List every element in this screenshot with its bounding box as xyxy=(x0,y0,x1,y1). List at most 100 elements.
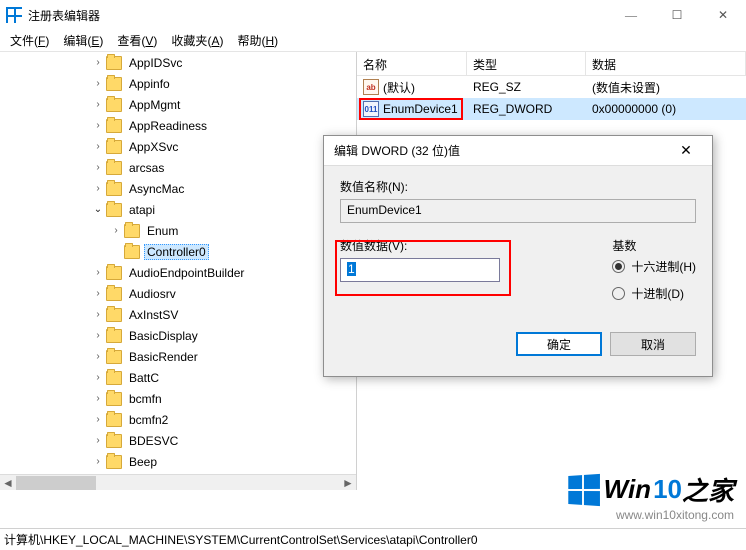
column-data[interactable]: 数据 xyxy=(586,52,746,75)
chevron-icon[interactable]: › xyxy=(90,435,106,446)
tree-node-label: atapi xyxy=(126,202,158,218)
chevron-icon[interactable]: › xyxy=(90,456,106,467)
tree-node-appxsvc[interactable]: › AppXSvc xyxy=(0,136,356,157)
chevron-icon[interactable]: › xyxy=(90,288,106,299)
tree-node-appinfo[interactable]: › Appinfo xyxy=(0,73,356,94)
windows-logo-icon xyxy=(568,473,600,505)
tree-node-label: AsyncMac xyxy=(126,181,187,197)
tree-pane[interactable]: ›AppIDSvc›Appinfo›AppMgmt›AppReadiness›A… xyxy=(0,52,357,490)
ok-button[interactable]: 确定 xyxy=(516,332,602,356)
chevron-icon[interactable]: › xyxy=(90,99,106,110)
tree-node-arcsas[interactable]: › arcsas xyxy=(0,157,356,178)
tree-node-asyncmac[interactable]: › AsyncMac xyxy=(0,178,356,199)
chevron-icon[interactable]: › xyxy=(90,330,106,341)
column-name[interactable]: 名称 xyxy=(357,52,467,75)
folder-icon xyxy=(106,98,122,112)
list-row[interactable]: ab(默认)REG_SZ(数值未设置) xyxy=(357,76,746,98)
chevron-icon[interactable]: › xyxy=(90,57,106,68)
radio-dec[interactable]: 十进制(D) xyxy=(612,285,696,302)
chevron-icon[interactable]: › xyxy=(90,183,106,194)
tree-node-label: BasicDisplay xyxy=(126,328,201,344)
scrollbar-thumb[interactable] xyxy=(16,476,96,490)
folder-icon xyxy=(106,287,122,301)
tree-node-label: BattC xyxy=(126,370,162,386)
tree-node-appidsvc[interactable]: ›AppIDSvc xyxy=(0,52,356,73)
value-data: 0x00000000 (0) xyxy=(586,102,746,116)
minimize-button[interactable]: — xyxy=(608,0,654,30)
menu-file[interactable]: 文件(F) xyxy=(4,30,55,51)
chevron-icon[interactable]: ⌄ xyxy=(90,204,106,215)
chevron-icon[interactable]: › xyxy=(90,351,106,362)
chevron-icon[interactable]: › xyxy=(90,120,106,131)
tree-node-basicdisplay[interactable]: › BasicDisplay xyxy=(0,325,356,346)
tree-node-label: AppReadiness xyxy=(126,118,210,134)
menu-help[interactable]: 帮助(H) xyxy=(231,30,284,51)
tree-node-label: Appinfo xyxy=(126,76,173,92)
chevron-icon[interactable]: › xyxy=(90,393,106,404)
title-bar: 注册表编辑器 — ☐ ✕ xyxy=(0,0,746,30)
tree-node-battc[interactable]: › BattC xyxy=(0,367,356,388)
value-data-label: 数值数据(V): xyxy=(340,237,592,254)
cancel-button[interactable]: 取消 xyxy=(610,332,696,356)
tree-node-enum[interactable]: ›Enum xyxy=(0,220,356,241)
maximize-button[interactable]: ☐ xyxy=(654,0,700,30)
chevron-icon[interactable]: › xyxy=(90,309,106,320)
tree-node-appreadiness[interactable]: › AppReadiness xyxy=(0,115,356,136)
folder-icon xyxy=(106,455,122,469)
column-type[interactable]: 类型 xyxy=(467,52,586,75)
folder-icon xyxy=(124,224,140,238)
chevron-icon[interactable]: › xyxy=(90,162,106,173)
folder-icon xyxy=(106,119,122,133)
list-row[interactable]: 011EnumDevice1REG_DWORD0x00000000 (0) xyxy=(357,98,746,120)
tree-node-label: Audiosrv xyxy=(126,286,179,302)
folder-icon xyxy=(106,56,122,70)
menu-view[interactable]: 查看(V) xyxy=(111,30,163,51)
chevron-icon[interactable]: › xyxy=(90,414,106,425)
close-button[interactable]: ✕ xyxy=(700,0,746,30)
tree-node-basicrender[interactable]: ›BasicRender xyxy=(0,346,356,367)
value-type: REG_SZ xyxy=(467,80,586,94)
chevron-icon[interactable]: › xyxy=(90,141,106,152)
tree-node-bdesvc[interactable]: ›BDESVC xyxy=(0,430,356,451)
status-bar: 计算机\HKEY_LOCAL_MACHINE\SYSTEM\CurrentCon… xyxy=(0,528,746,550)
tree-node-label: arcsas xyxy=(126,160,167,176)
tree-node-bcmfn[interactable]: ›bcmfn xyxy=(0,388,356,409)
tree-node-atapi[interactable]: ⌄ atapi xyxy=(0,199,356,220)
folder-icon xyxy=(106,161,122,175)
tree-node-audioendpointbuilder[interactable]: › AudioEndpointBuilder xyxy=(0,262,356,283)
value-name-field: EnumDevice1 xyxy=(340,199,696,223)
chevron-icon[interactable]: › xyxy=(90,372,106,383)
chevron-icon[interactable]: › xyxy=(90,78,106,89)
menu-edit[interactable]: 编辑(E) xyxy=(57,30,109,51)
reg-string-icon: ab xyxy=(363,79,379,95)
dialog-title-bar[interactable]: 编辑 DWORD (32 位)值 ✕ xyxy=(324,136,712,166)
reg-dword-icon: 011 xyxy=(363,101,379,117)
tree-node-audiosrv[interactable]: › Audiosrv xyxy=(0,283,356,304)
value-data: (数值未设置) xyxy=(586,79,746,96)
tree-node-bcmfn2[interactable]: ›bcmfn2 xyxy=(0,409,356,430)
tree-node-beep[interactable]: ›Beep xyxy=(0,451,356,472)
menu-favorites[interactable]: 收藏夹(A) xyxy=(165,30,229,51)
radio-hex[interactable]: 十六进制(H) xyxy=(612,258,696,275)
folder-icon xyxy=(106,140,122,154)
tree-node-label: AppXSvc xyxy=(126,139,181,155)
folder-icon xyxy=(106,182,122,196)
chevron-icon[interactable]: › xyxy=(108,225,124,236)
scroll-left-icon[interactable]: ◄ xyxy=(0,476,16,490)
window-title: 注册表编辑器 xyxy=(28,7,608,24)
tree-node-controller0[interactable]: Controller0 xyxy=(0,241,356,262)
radio-hex-icon xyxy=(612,260,625,273)
app-icon xyxy=(6,7,22,23)
value-data-input[interactable]: 1 xyxy=(340,258,500,282)
tree-node-label: Controller0 xyxy=(144,244,209,260)
chevron-icon[interactable]: › xyxy=(90,267,106,278)
horizontal-scrollbar[interactable]: ◄ ► xyxy=(0,474,356,490)
tree-node-axinstsv[interactable]: ›AxInstSV xyxy=(0,304,356,325)
dialog-close-button[interactable]: ✕ xyxy=(670,142,702,159)
value-name-label: 数值名称(N): xyxy=(340,178,696,195)
folder-icon xyxy=(106,371,122,385)
scroll-right-icon[interactable]: ► xyxy=(340,476,356,490)
tree-node-label: AudioEndpointBuilder xyxy=(126,265,247,281)
tree-node-appmgmt[interactable]: › AppMgmt xyxy=(0,94,356,115)
tree-node-label: AppMgmt xyxy=(126,97,183,113)
